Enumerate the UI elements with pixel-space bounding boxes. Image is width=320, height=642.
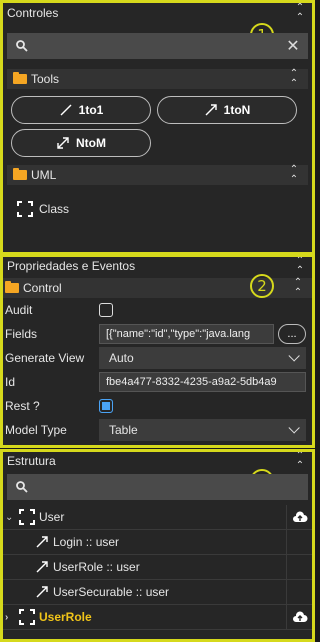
folder-icon [5,281,19,293]
tree-node-child[interactable]: UserRole :: user [3,555,312,580]
folder-icon [13,72,27,84]
chevron-down-icon[interactable]: ⌄ [5,512,15,523]
class-icon [17,201,33,217]
double-arrow-icon [57,137,69,149]
collapse-chevron-icon[interactable]: ⌃ ⌃ [288,165,300,185]
tree-node-user-label: User [39,510,65,524]
relation-NtoM-label: NtoM [76,136,106,150]
generate-view-select[interactable]: Auto [99,347,306,369]
class-icon [19,609,35,625]
controls-search-bar: ✕ [7,33,308,59]
search-icon [16,40,28,52]
collapse-chevron-icon[interactable]: ⌃ ⌃ [288,69,300,89]
structure-panel-header[interactable]: Estrutura ⌃ ⌃ [3,452,312,471]
chevron-right-icon[interactable]: › [5,612,15,623]
cloud-upload-icon[interactable] [286,605,312,629]
uml-class-item[interactable]: Class [17,201,312,217]
search-icon [16,481,28,493]
properties-panel: Propriedades e Eventos ⌃ ⌃ 2 Control ⌃ ⌃ A… [0,254,315,448]
chevron-down-icon [288,422,300,434]
tree-node-child[interactable]: Login :: user [3,530,312,555]
property-generate-view: Generate View Auto [3,346,312,370]
arrow-icon [36,586,48,598]
tree-node-child[interactable]: UserSecurable :: user [3,580,312,605]
id-label: Id [5,375,16,389]
fields-edit-button[interactable]: ... [278,324,306,344]
folder-icon [13,168,27,180]
clear-search-icon[interactable]: ✕ [286,36,300,56]
controls-panel: Controles ⌃⌃ 1 ✕ Tools ⌃⌃ 1to1 1toN NtoM [0,0,315,255]
controls-search-input[interactable] [35,36,286,56]
property-fields: Fields [{"name":"id","type":"java.lang .… [3,322,312,346]
relation-1toN-label: 1toN [223,103,251,117]
property-model-type: Model Type Table [3,418,312,442]
relation-1to1-button[interactable]: 1to1 [11,96,151,124]
tree-node-user[interactable]: ⌄ User [3,505,312,530]
relation-1toN-button[interactable]: 1toN [157,96,297,124]
rest-label: Rest ? [5,399,40,413]
collapse-chevron-icon[interactable]: ⌃ ⌃ [292,278,304,298]
model-type-select[interactable]: Table [99,419,306,441]
empty-cell [286,580,312,604]
model-type-value: Table [109,423,138,437]
structure-search-input[interactable] [35,477,300,497]
tree-node-child-label: UserSecurable :: user [53,585,170,599]
uml-section-header[interactable]: UML ⌃ ⌃ [7,165,308,185]
property-audit: Audit [3,298,312,322]
property-id: Id fbe4a477-8332-4235-a9a2-5db4a9 [3,370,312,394]
relation-1to1-label: 1to1 [78,103,104,117]
tools-section-label: Tools [31,72,60,86]
collapse-chevron-icon[interactable]: ⌃ ⌃ [294,452,306,471]
uml-class-label: Class [39,202,70,216]
controls-panel-header[interactable]: Controles ⌃ ⌃ [3,3,312,23]
chevron-down-icon [288,350,300,362]
audit-label: Audit [5,303,33,317]
relation-NtoM-button[interactable]: NtoM [11,129,151,157]
fields-input[interactable]: [{"name":"id","type":"java.lang [99,324,274,344]
annotation-badge-2: 2 [250,274,274,298]
properties-panel-title: Propriedades e Eventos [7,259,136,273]
cloud-upload-icon[interactable] [286,505,312,529]
collapse-chevron-icon[interactable]: ⌃ ⌃ [294,3,306,23]
line-icon [60,104,72,116]
generate-view-label: Generate View [5,351,85,365]
model-type-label: Model Type [5,423,67,437]
collapse-chevron-icon[interactable]: ⌃ ⌃ [294,257,306,276]
controls-panel-title: Controles [7,6,59,20]
structure-panel-title: Estrutura [7,454,56,468]
empty-cell [286,530,312,554]
generate-view-value: Auto [109,351,134,365]
arrow-icon [205,104,217,116]
structure-panel: Estrutura ⌃⌃ 3 ⌄ User Login :: user [0,449,315,642]
tree-node-child-label: UserRole :: user [53,560,140,574]
properties-panel-header[interactable]: Propriedades e Eventos ⌃ ⌃ [3,257,312,276]
tree-node-userrole-label: UserRole [39,610,92,624]
class-icon [19,509,35,525]
tools-section-header[interactable]: Tools ⌃ ⌃ [7,69,308,89]
tree-node-userrole[interactable]: › UserRole [3,605,312,630]
audit-checkbox[interactable] [99,303,113,317]
rest-checkbox[interactable] [99,399,113,413]
fields-label: Fields [5,327,38,341]
property-rest: Rest ? [3,394,312,418]
empty-cell [286,555,312,579]
id-input[interactable]: fbe4a477-8332-4235-a9a2-5db4a9 [99,372,306,392]
tree-node-child-label: Login :: user [53,535,120,549]
control-section-label: Control [23,281,62,295]
arrow-icon [36,561,48,573]
uml-section-label: UML [31,168,57,182]
arrow-icon [36,536,48,548]
structure-search-bar [7,474,308,500]
